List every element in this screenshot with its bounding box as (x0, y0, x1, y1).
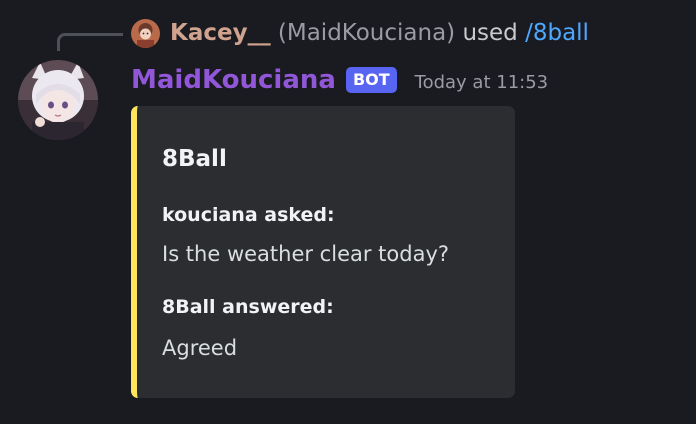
bot-badge: BOT (345, 67, 397, 93)
reply-handle: (MaidKouciana) (277, 20, 456, 46)
author-avatar[interactable] (18, 60, 98, 140)
embed-field-value: Agreed (162, 336, 238, 360)
chat-message-view: Kacey__ (MaidKouciana) used /8ball MaidK… (0, 0, 696, 424)
reply-user-avatar[interactable] (131, 19, 160, 48)
slash-command-link[interactable]: /8ball (525, 20, 589, 46)
embed-field-value: Is the weather clear today? (162, 242, 450, 266)
reply-username[interactable]: Kacey__ (170, 20, 271, 46)
message-embed: 8Ball kouciana asked: Is the weather cle… (131, 106, 515, 398)
embed-field-name: 8Ball answered: (162, 296, 334, 318)
reply-connector (57, 33, 123, 51)
embed-field-name: kouciana asked: (162, 204, 335, 226)
embed-title: 8Ball (162, 146, 227, 172)
author-name[interactable]: MaidKouciana (131, 65, 336, 95)
reply-context: Kacey__ (MaidKouciana) used /8ball (170, 16, 589, 50)
message-timestamp[interactable]: Today at 11:53 (415, 68, 548, 93)
reply-action: used (462, 20, 518, 46)
message-header: MaidKouciana BOT Today at 11:53 (131, 60, 548, 100)
